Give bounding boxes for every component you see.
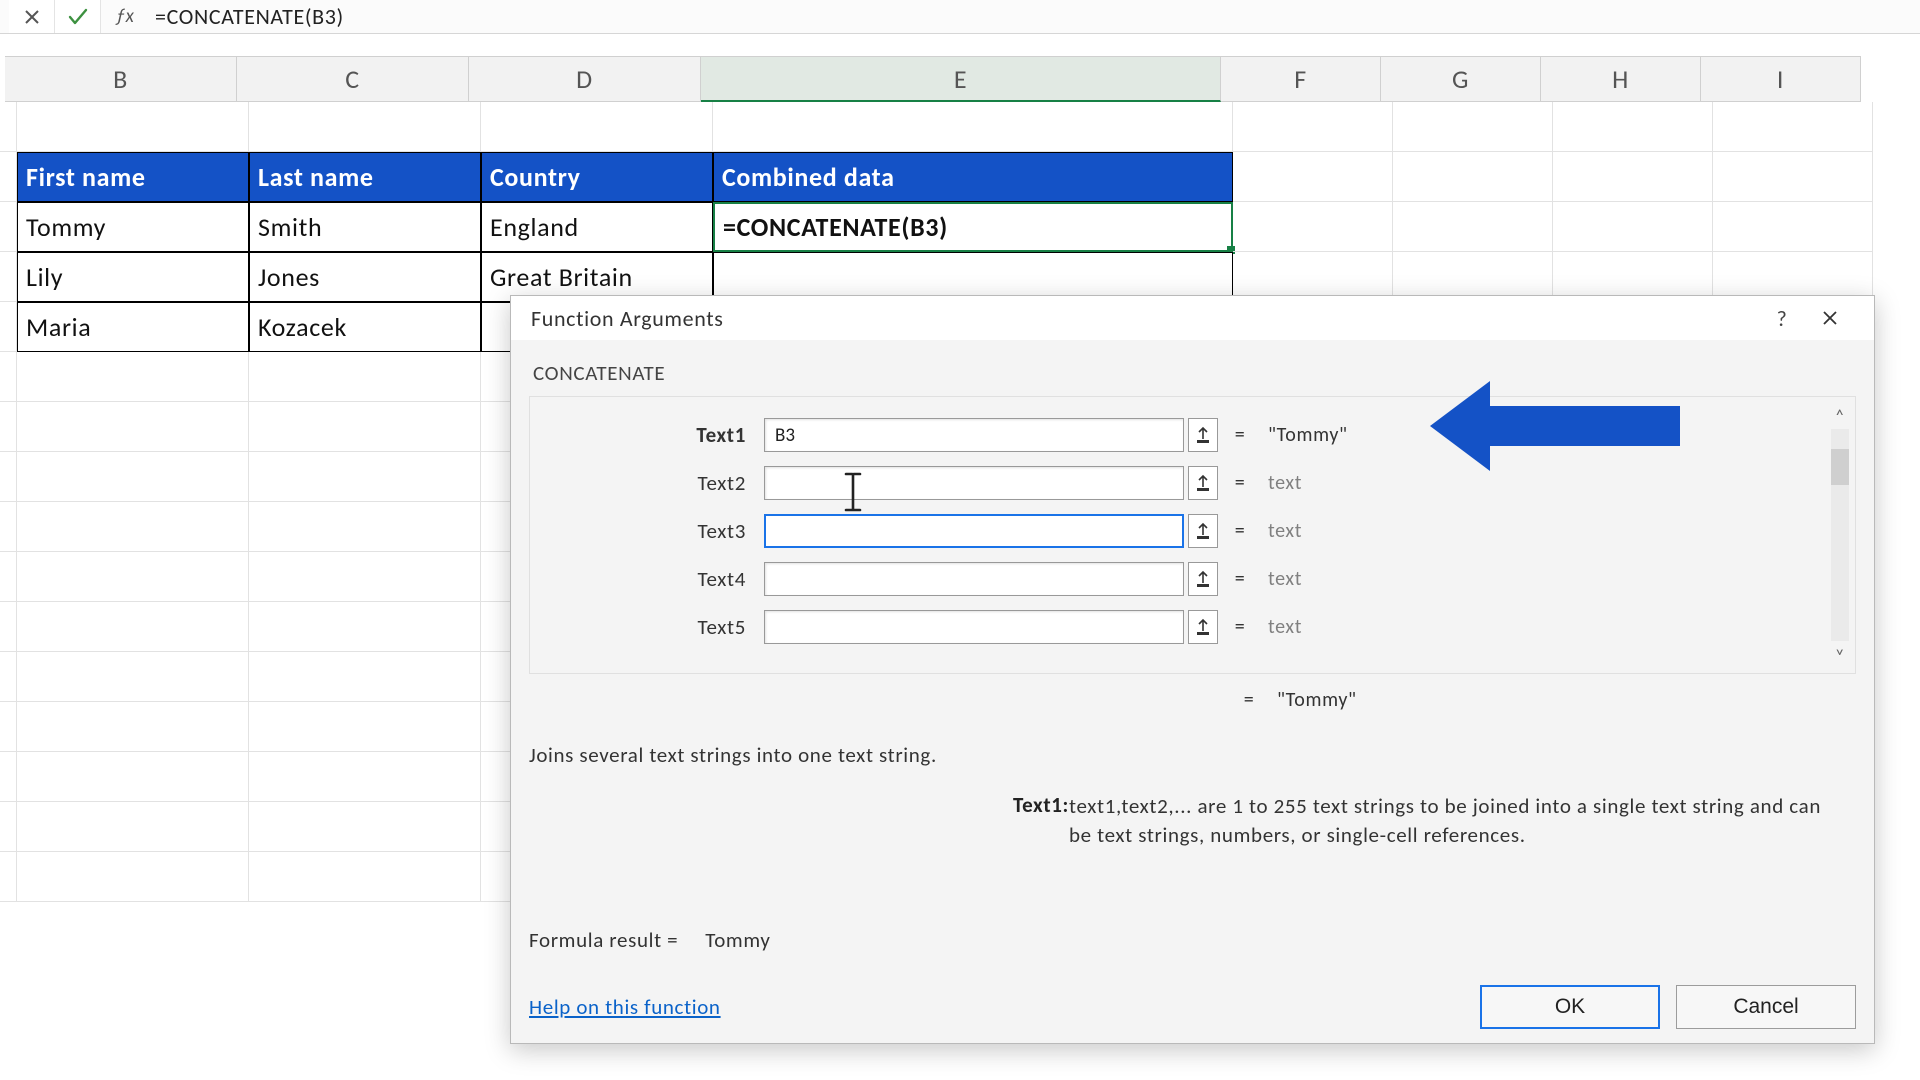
arg-label-text4: Text4: [544, 566, 764, 592]
collapse-dialog-icon: [1195, 569, 1211, 589]
args-scrollbar[interactable]: ˄ ˅: [1829, 405, 1851, 665]
insert-function-button[interactable]: ƒx: [101, 0, 149, 33]
formula-input[interactable]: =CONCATENATE(B3): [149, 0, 1920, 33]
close-icon: [1821, 309, 1839, 327]
x-icon: [23, 8, 41, 26]
cell-c5[interactable]: Kozacek: [249, 302, 481, 352]
pointer-arrow-icon: [1430, 376, 1680, 476]
formula-bar: ƒx =CONCATENATE(B3): [0, 0, 1920, 34]
scroll-up-icon[interactable]: ˄: [1835, 405, 1845, 425]
scroll-down-icon[interactable]: ˅: [1835, 645, 1845, 665]
column-header-i[interactable]: I: [1701, 56, 1861, 102]
column-header-h[interactable]: H: [1541, 56, 1701, 102]
arg-help-text: text1,text2,... are 1 to 255 text string…: [1069, 792, 1826, 851]
arg-input-text4[interactable]: [764, 562, 1184, 596]
arg-result-text5: text: [1262, 615, 1841, 639]
arg-help-label: Text1:: [989, 792, 1069, 851]
collapse-button-text4[interactable]: [1188, 562, 1218, 596]
header-last-name[interactable]: Last name: [249, 152, 481, 202]
collapse-button-text3[interactable]: [1188, 514, 1218, 548]
column-header-d[interactable]: D: [469, 56, 701, 102]
cancel-formula-button[interactable]: [9, 0, 55, 33]
column-header-c[interactable]: C: [237, 56, 469, 102]
column-header-g[interactable]: G: [1381, 56, 1541, 102]
help-button[interactable]: ?: [1758, 296, 1806, 340]
arg-input-text5[interactable]: [764, 610, 1184, 644]
column-headers: B C D E F G H I: [0, 56, 1920, 102]
close-button[interactable]: [1806, 296, 1854, 340]
formula-result-label: Formula result =: [529, 927, 678, 953]
cell-e3[interactable]: =CONCATENATE(B3): [713, 202, 1233, 252]
collapse-dialog-icon: [1195, 425, 1211, 445]
question-icon: ?: [1777, 305, 1788, 332]
header-first-name[interactable]: First name: [17, 152, 249, 202]
collapse-button-text1[interactable]: [1188, 418, 1218, 452]
help-on-function-link[interactable]: Help on this function: [529, 994, 721, 1020]
cell-c3[interactable]: Smith: [249, 202, 481, 252]
scroll-thumb[interactable]: [1831, 449, 1849, 485]
function-description: Joins several text strings into one text…: [529, 742, 1856, 768]
collapse-dialog-icon: [1195, 617, 1211, 637]
arg-label-text2: Text2: [544, 470, 764, 496]
arg-input-text2[interactable]: [764, 466, 1184, 500]
cancel-button[interactable]: Cancel: [1676, 985, 1856, 1029]
check-icon: [68, 8, 88, 26]
collapse-button-text5[interactable]: [1188, 610, 1218, 644]
collapse-dialog-icon: [1195, 521, 1211, 541]
arg-input-text3[interactable]: [764, 514, 1184, 548]
header-country[interactable]: Country: [481, 152, 713, 202]
column-header-e[interactable]: E: [701, 56, 1221, 102]
ok-button[interactable]: OK: [1480, 985, 1660, 1029]
cell-b4[interactable]: Lily: [17, 252, 249, 302]
cell-b3[interactable]: Tommy: [17, 202, 249, 252]
column-header-b[interactable]: B: [5, 56, 237, 102]
formula-result-value: Tommy: [705, 927, 770, 953]
header-combined-data[interactable]: Combined data: [713, 152, 1233, 202]
arg-label-text5: Text5: [544, 614, 764, 640]
dialog-title-bar[interactable]: Function Arguments ?: [511, 296, 1874, 340]
overall-result: "Tommy": [1271, 688, 1856, 712]
equals-sign: =: [1218, 423, 1262, 447]
collapse-button-text2[interactable]: [1188, 466, 1218, 500]
arg-label-text1: Text1: [544, 422, 764, 448]
collapse-dialog-icon: [1195, 473, 1211, 493]
cell-b5[interactable]: Maria: [17, 302, 249, 352]
fx-icon: ƒx: [116, 5, 135, 28]
arg-result-text3: text: [1262, 519, 1841, 543]
cell-d3[interactable]: England: [481, 202, 713, 252]
cell-c4[interactable]: Jones: [249, 252, 481, 302]
dialog-title: Function Arguments: [531, 305, 723, 332]
arg-label-text3: Text3: [544, 518, 764, 544]
arg-result-text4: text: [1262, 567, 1841, 591]
accept-formula-button[interactable]: [55, 0, 101, 33]
column-header-f[interactable]: F: [1221, 56, 1381, 102]
arg-input-text1[interactable]: [764, 418, 1184, 452]
